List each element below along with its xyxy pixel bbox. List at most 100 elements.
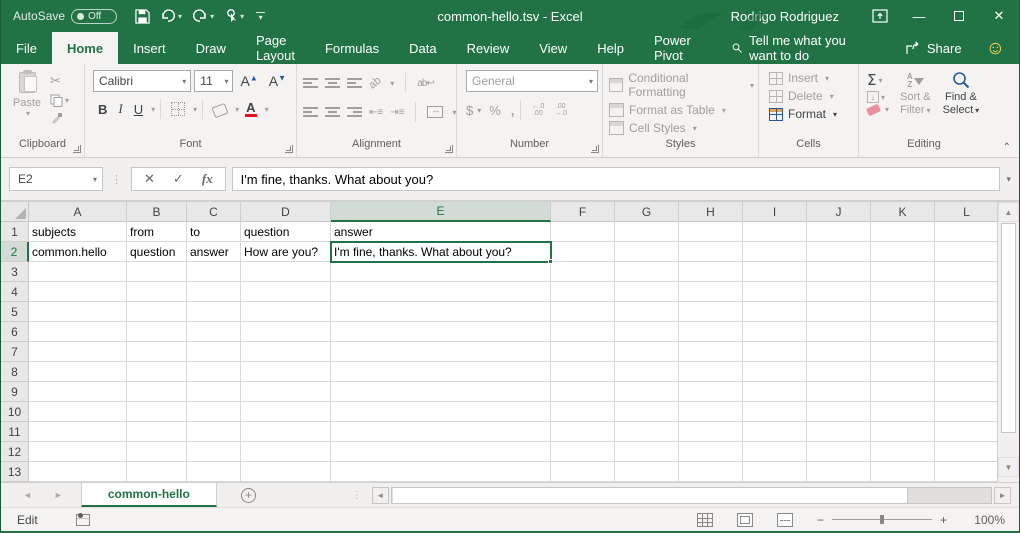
cell-G3[interactable] bbox=[615, 262, 679, 282]
cell-L6[interactable] bbox=[935, 322, 999, 342]
column-header-E[interactable]: E bbox=[331, 202, 551, 222]
cell-C12[interactable] bbox=[187, 442, 241, 462]
row-header-2[interactable]: 2 bbox=[1, 242, 29, 262]
cell-K1[interactable] bbox=[871, 222, 935, 242]
tab-insert[interactable]: Insert bbox=[118, 32, 181, 64]
borders-button[interactable] bbox=[166, 101, 190, 117]
cell-L4[interactable] bbox=[935, 282, 999, 302]
cell-J1[interactable] bbox=[807, 222, 871, 242]
cell-D10[interactable] bbox=[241, 402, 331, 422]
cell-K6[interactable] bbox=[871, 322, 935, 342]
cell-A3[interactable] bbox=[29, 262, 127, 282]
cell-F4[interactable] bbox=[551, 282, 615, 302]
cell-E9[interactable] bbox=[331, 382, 551, 402]
cell-C4[interactable] bbox=[187, 282, 241, 302]
merge-dropdown[interactable]: ▾ bbox=[452, 108, 456, 117]
cell-J11[interactable] bbox=[807, 422, 871, 442]
cell-B3[interactable] bbox=[127, 262, 187, 282]
formula-input[interactable]: I'm fine, thanks. What about you? bbox=[232, 167, 1001, 191]
cell-L9[interactable] bbox=[935, 382, 999, 402]
cell-F7[interactable] bbox=[551, 342, 615, 362]
cell-G13[interactable] bbox=[615, 462, 679, 482]
cell-I3[interactable] bbox=[743, 262, 807, 282]
cell-F6[interactable] bbox=[551, 322, 615, 342]
font-color-button[interactable]: A bbox=[240, 100, 261, 118]
wrap-text-button[interactable]: ab↩ bbox=[417, 78, 434, 89]
cell-G11[interactable] bbox=[615, 422, 679, 442]
cell-F12[interactable] bbox=[551, 442, 615, 462]
cell-C3[interactable] bbox=[187, 262, 241, 282]
cell-H3[interactable] bbox=[679, 262, 743, 282]
increase-indent-button[interactable]: ⇥≡ bbox=[390, 107, 404, 118]
confirm-edit-button[interactable]: ✓ bbox=[165, 171, 192, 187]
row-header-13[interactable]: 13 bbox=[1, 462, 29, 482]
cell-D12[interactable] bbox=[241, 442, 331, 462]
number-format-dropdown[interactable]: ▾ bbox=[585, 77, 597, 86]
cell-D13[interactable] bbox=[241, 462, 331, 482]
vertical-scroll-thumb[interactable] bbox=[1001, 223, 1016, 433]
zoom-slider-thumb[interactable] bbox=[880, 515, 884, 524]
cell-D2[interactable]: How are you? bbox=[241, 242, 331, 262]
customize-qat-button[interactable]: ▾ bbox=[256, 12, 265, 20]
cell-G8[interactable] bbox=[615, 362, 679, 382]
borders-dropdown[interactable]: ▾ bbox=[193, 105, 197, 114]
cell-A5[interactable] bbox=[29, 302, 127, 322]
cell-H6[interactable] bbox=[679, 322, 743, 342]
tell-me-box[interactable]: Tell me what you want to do bbox=[732, 32, 867, 64]
cell-G1[interactable] bbox=[615, 222, 679, 242]
cell-I1[interactable] bbox=[743, 222, 807, 242]
clipboard-dialog-launcher[interactable] bbox=[73, 145, 81, 153]
cancel-edit-button[interactable]: ✕ bbox=[136, 171, 163, 187]
fill-handle[interactable] bbox=[548, 259, 553, 264]
cell-D8[interactable] bbox=[241, 362, 331, 382]
cell-B7[interactable] bbox=[127, 342, 187, 362]
cell-L3[interactable] bbox=[935, 262, 999, 282]
cell-I8[interactable] bbox=[743, 362, 807, 382]
cell-K9[interactable] bbox=[871, 382, 935, 402]
orientation-dropdown[interactable]: ▾ bbox=[390, 79, 394, 88]
column-header-K[interactable]: K bbox=[871, 202, 935, 222]
row-header-3[interactable]: 3 bbox=[1, 262, 29, 282]
number-format-combo[interactable]: General ▾ bbox=[466, 70, 598, 92]
share-button[interactable]: Share bbox=[905, 32, 962, 64]
cell-J10[interactable] bbox=[807, 402, 871, 422]
row-header-5[interactable]: 5 bbox=[1, 302, 29, 322]
tab-view[interactable]: View bbox=[524, 32, 582, 64]
cell-I4[interactable] bbox=[743, 282, 807, 302]
cell-C2[interactable]: answer bbox=[187, 242, 241, 262]
cell-C8[interactable] bbox=[187, 362, 241, 382]
tab-formulas[interactable]: Formulas bbox=[310, 32, 394, 64]
cell-E1[interactable]: answer bbox=[331, 222, 551, 242]
cell-I9[interactable] bbox=[743, 382, 807, 402]
cell-D7[interactable] bbox=[241, 342, 331, 362]
cell-I5[interactable] bbox=[743, 302, 807, 322]
number-dialog-launcher[interactable] bbox=[591, 145, 599, 153]
cell-G10[interactable] bbox=[615, 402, 679, 422]
cell-L10[interactable] bbox=[935, 402, 999, 422]
cell-L11[interactable] bbox=[935, 422, 999, 442]
clear-button[interactable]: ▾ bbox=[865, 105, 891, 114]
cell-J9[interactable] bbox=[807, 382, 871, 402]
undo-button[interactable]: ▾ bbox=[156, 6, 186, 26]
zoom-percentage[interactable]: 100% bbox=[971, 513, 1005, 527]
tab-help[interactable]: Help bbox=[582, 32, 639, 64]
cell-C1[interactable]: to bbox=[187, 222, 241, 242]
cell-E7[interactable] bbox=[331, 342, 551, 362]
cell-G6[interactable] bbox=[615, 322, 679, 342]
cell-L2[interactable] bbox=[935, 242, 999, 262]
tab-draw[interactable]: Draw bbox=[181, 32, 241, 64]
cell-A6[interactable] bbox=[29, 322, 127, 342]
cell-G5[interactable] bbox=[615, 302, 679, 322]
font-name-dropdown[interactable]: ▾ bbox=[178, 77, 190, 86]
sheet-tab-common-hello[interactable]: common-hello bbox=[81, 483, 217, 507]
formula-bar-resizer[interactable]: ⋮ bbox=[111, 173, 123, 186]
cell-B5[interactable] bbox=[127, 302, 187, 322]
autosum-button[interactable]: Σ ▾ bbox=[865, 71, 891, 89]
active-cell-outline[interactable] bbox=[330, 241, 552, 263]
cell-K8[interactable] bbox=[871, 362, 935, 382]
alignment-dialog-launcher[interactable] bbox=[445, 145, 453, 153]
collapse-ribbon-button[interactable]: ⌃ bbox=[1003, 142, 1011, 153]
save-button[interactable] bbox=[131, 6, 154, 27]
cell-A4[interactable] bbox=[29, 282, 127, 302]
cell-H7[interactable] bbox=[679, 342, 743, 362]
